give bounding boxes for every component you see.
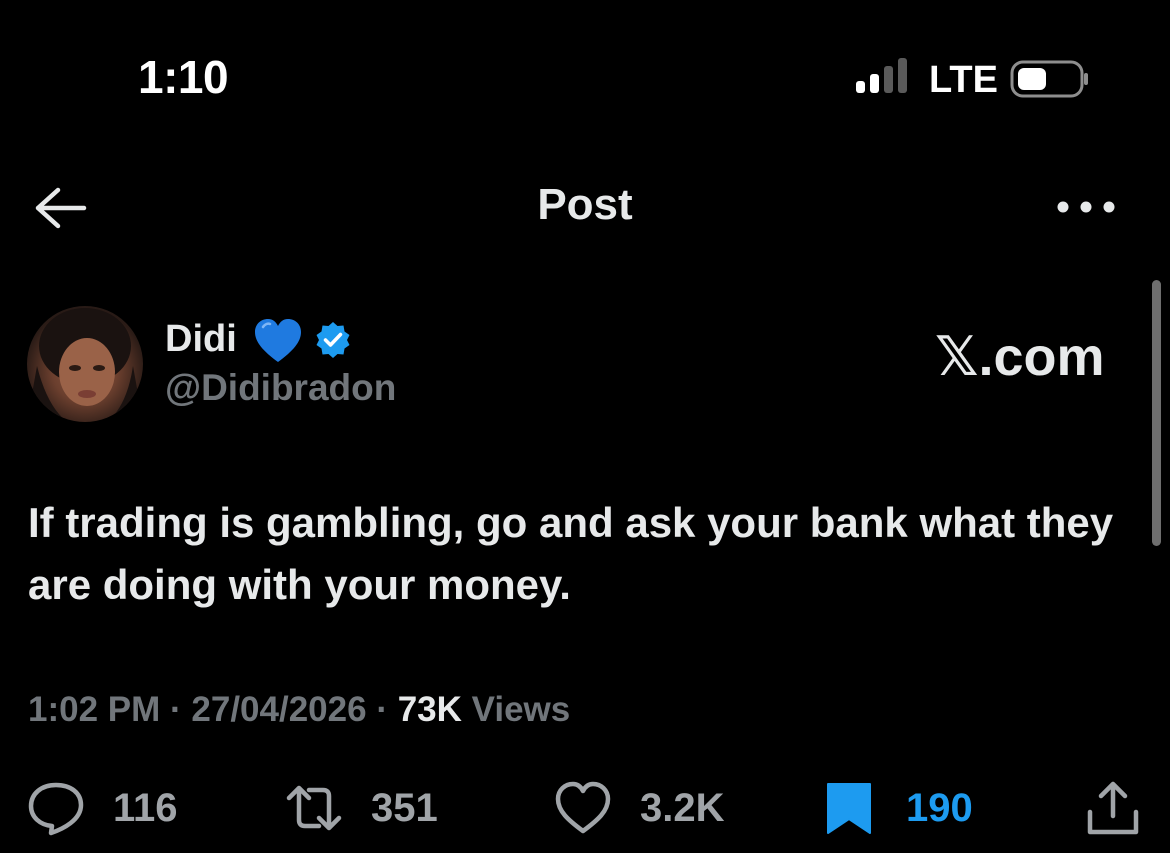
- page-title: Post: [537, 180, 633, 229]
- repost-button[interactable]: 351: [285, 780, 438, 836]
- author-handle[interactable]: @Didibradon: [165, 367, 396, 409]
- meta-separator: ·: [376, 690, 388, 729]
- status-time: 1:10: [138, 51, 229, 103]
- views-count: 73K: [397, 690, 462, 729]
- author-name[interactable]: Didi: [165, 318, 237, 361]
- network-label: LTE: [929, 59, 998, 101]
- signal-icon: [856, 58, 907, 93]
- reply-count: 116: [113, 785, 178, 830]
- watermark-logo: 𝕏.com: [935, 327, 1105, 387]
- heart-outline-icon: [555, 781, 611, 834]
- meta-separator: ·: [170, 690, 182, 729]
- like-button[interactable]: 3.2K: [554, 780, 725, 836]
- post-time: 1:02 PM: [28, 690, 161, 729]
- post-meta: 1:02 PM · 27/04/2026 · 73K Views: [28, 690, 570, 730]
- post-date: 27/04/2026: [191, 690, 367, 729]
- repost-count: 351: [371, 785, 438, 830]
- scrollbar[interactable]: [1152, 280, 1161, 546]
- avatar[interactable]: [27, 306, 143, 422]
- post-screen: 1:10 LTE Post Didi @Didibradon 𝕏.com If …: [0, 0, 1170, 853]
- share-icon[interactable]: [1086, 780, 1140, 836]
- battery-icon: [1010, 60, 1088, 98]
- bookmark-count: 190: [906, 785, 973, 830]
- verified-badge-icon[interactable]: [314, 321, 352, 359]
- bookmark-button[interactable]: 190: [820, 780, 973, 836]
- bookmark-filled-icon: [827, 783, 871, 834]
- blue-heart-icon: [255, 319, 301, 362]
- views-label: Views: [471, 690, 571, 729]
- post-text: If trading is gambling, go and ask your …: [28, 499, 1114, 608]
- reply-button[interactable]: 116: [27, 780, 178, 836]
- like-count: 3.2K: [640, 785, 725, 830]
- more-horizontal-icon[interactable]: [1055, 195, 1117, 219]
- reply-icon: [28, 782, 84, 836]
- repost-icon: [286, 785, 342, 831]
